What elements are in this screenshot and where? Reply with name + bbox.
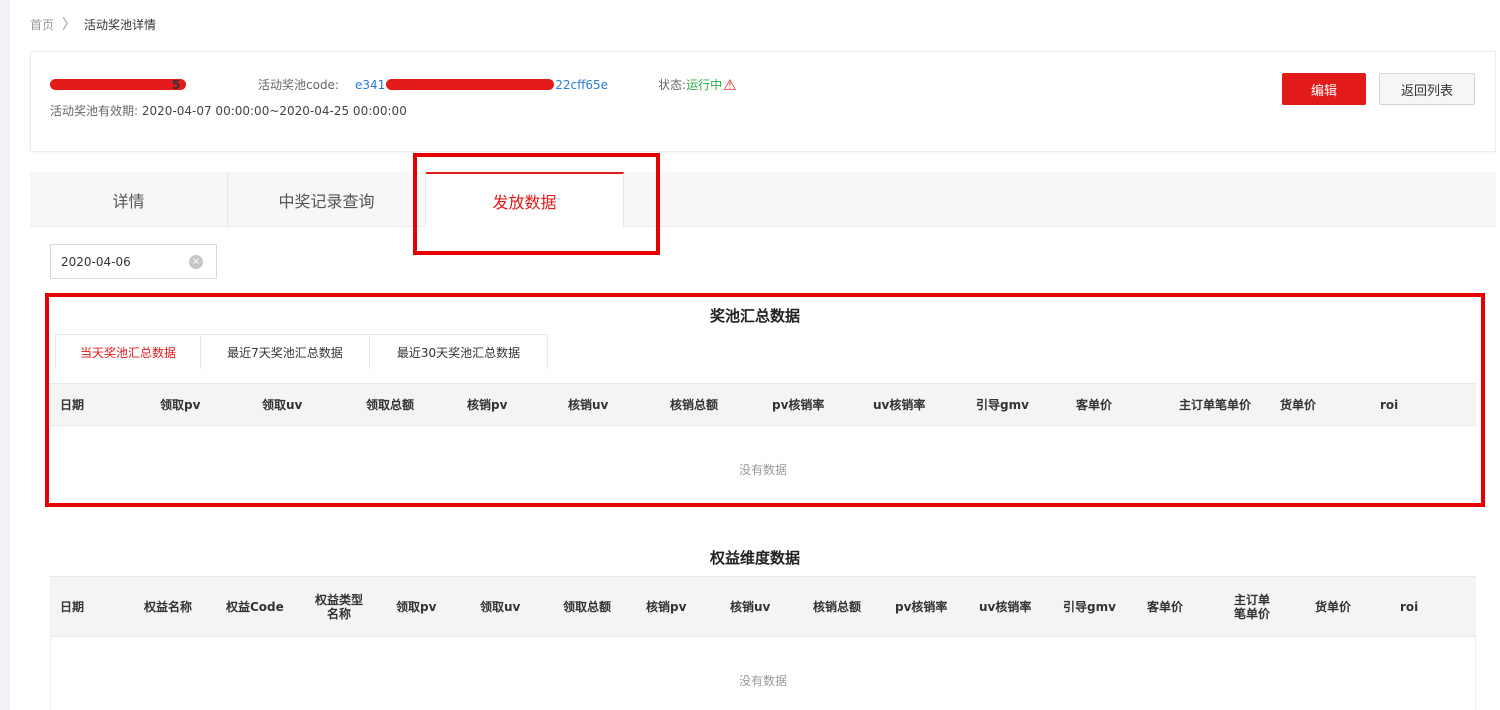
status-value: 运行中 (686, 78, 723, 92)
column-header: 领取pv (396, 599, 437, 614)
pool-info-row: 5 活动奖池code: e341 22cff65e 状态: 运行中 ⚠ (50, 76, 737, 93)
column-header: 领取pv (160, 397, 201, 412)
pool-name: 5 (50, 78, 222, 92)
back-to-list-button[interactable]: 返回列表 (1379, 73, 1475, 105)
pool-name-tail: 5 (172, 77, 181, 92)
column-header: 核销总额 (813, 599, 862, 614)
column-header: 领取总额 (366, 397, 415, 412)
tab-detail[interactable]: 详情 (30, 172, 228, 227)
column-header: 主订单笔单价 (1233, 592, 1270, 621)
rights-table-body (50, 637, 1476, 710)
tab-win-records[interactable]: 中奖记录查询 (228, 172, 426, 227)
pool-code-label: 活动奖池code: (258, 78, 339, 92)
column-header: uv核销率 (873, 397, 926, 412)
column-header: 领取总额 (563, 599, 612, 614)
summary-subtabs: 当天奖池汇总数据 最近7天奖池汇总数据 最近30天奖池汇总数据 (55, 334, 548, 369)
redaction-mark (386, 79, 555, 90)
column-header: 权益Code (226, 599, 284, 614)
column-header: 主订单笔单价 (1179, 397, 1252, 412)
breadcrumb: 首页 〉 活动奖池详情 (30, 14, 156, 34)
pool-code-value: e341 22cff65e (355, 78, 608, 92)
column-header: 客单价 (1076, 397, 1113, 412)
column-header: 权益名称 (144, 599, 193, 614)
column-header: 引导gmv (1063, 599, 1116, 614)
left-gutter (0, 0, 10, 710)
rights-table-header: 日期 权益名称 权益Code 权益类型名称 领取pv 领取uv 领取总额 核销p… (50, 576, 1476, 637)
breadcrumb-separator-icon: 〉 (62, 17, 77, 33)
rights-section-title: 权益维度数据 (709, 549, 800, 567)
validity-value: 2020-04-07 00:00:00~2020-04-25 00:00:00 (141, 104, 407, 118)
column-header: 领取uv (480, 599, 521, 614)
tab-distribution-data[interactable]: 发放数据 (426, 172, 624, 228)
summary-table-header: 日期 领取pv 领取uv 领取总额 核销pv 核销uv 核销总额 pv核销率 u… (50, 383, 1476, 426)
breadcrumb-home[interactable]: 首页 (30, 16, 54, 33)
date-picker-input[interactable]: 2020-04-06 × (50, 244, 217, 279)
column-header: 核销uv (730, 599, 771, 614)
edit-button[interactable]: 编辑 (1282, 73, 1366, 105)
column-header: 客单价 (1147, 599, 1184, 614)
detail-tabs: 详情 中奖记录查询 发放数据 (30, 172, 1496, 228)
column-header: 货单价 (1280, 397, 1317, 412)
subtab-7day-summary[interactable]: 最近7天奖池汇总数据 (201, 335, 370, 369)
main-content: 首页 〉 活动奖池详情 5 活动奖池code: e341 22cff65e 状态… (10, 0, 1500, 710)
column-header: uv核销率 (979, 599, 1032, 614)
column-header: 核销pv (646, 599, 687, 614)
column-header: roi (1400, 599, 1419, 614)
column-header: 权益类型名称 (314, 592, 363, 621)
column-header: 日期 (60, 599, 85, 614)
pool-validity: 活动奖池有效期: 2020-04-07 00:00:00~2020-04-25 … (50, 102, 407, 119)
summary-section-title: 奖池汇总数据 (709, 307, 800, 325)
warning-icon[interactable]: ⚠ (723, 77, 736, 92)
pool-code-prefix: e341 (354, 77, 386, 92)
column-header: 日期 (60, 397, 85, 412)
column-header: pv核销率 (895, 599, 948, 614)
column-header: 核销uv (568, 397, 609, 412)
pool-info-card: 5 活动奖池code: e341 22cff65e 状态: 运行中 ⚠ 活动奖池… (30, 51, 1496, 152)
date-value: 2020-04-06 (61, 254, 131, 269)
column-header: 货单价 (1315, 599, 1352, 614)
validity-label: 活动奖池有效期: (50, 104, 139, 118)
subtab-30day-summary[interactable]: 最近30天奖池汇总数据 (370, 335, 547, 369)
breadcrumb-current: 活动奖池详情 (84, 17, 157, 32)
summary-empty-text: 没有数据 (738, 463, 787, 477)
column-header: 引导gmv (976, 397, 1029, 412)
column-header: 领取uv (262, 397, 303, 412)
status-label: 状态: (658, 78, 687, 92)
column-header: roi (1380, 397, 1399, 412)
subtab-today-summary[interactable]: 当天奖池汇总数据 (56, 335, 201, 369)
column-header: 核销pv (467, 397, 508, 412)
column-header: 核销总额 (670, 397, 719, 412)
redaction-mark (50, 79, 186, 90)
column-header: pv核销率 (772, 397, 825, 412)
pool-code-suffix: 22cff65e (555, 77, 609, 92)
clear-icon[interactable]: × (189, 255, 203, 269)
